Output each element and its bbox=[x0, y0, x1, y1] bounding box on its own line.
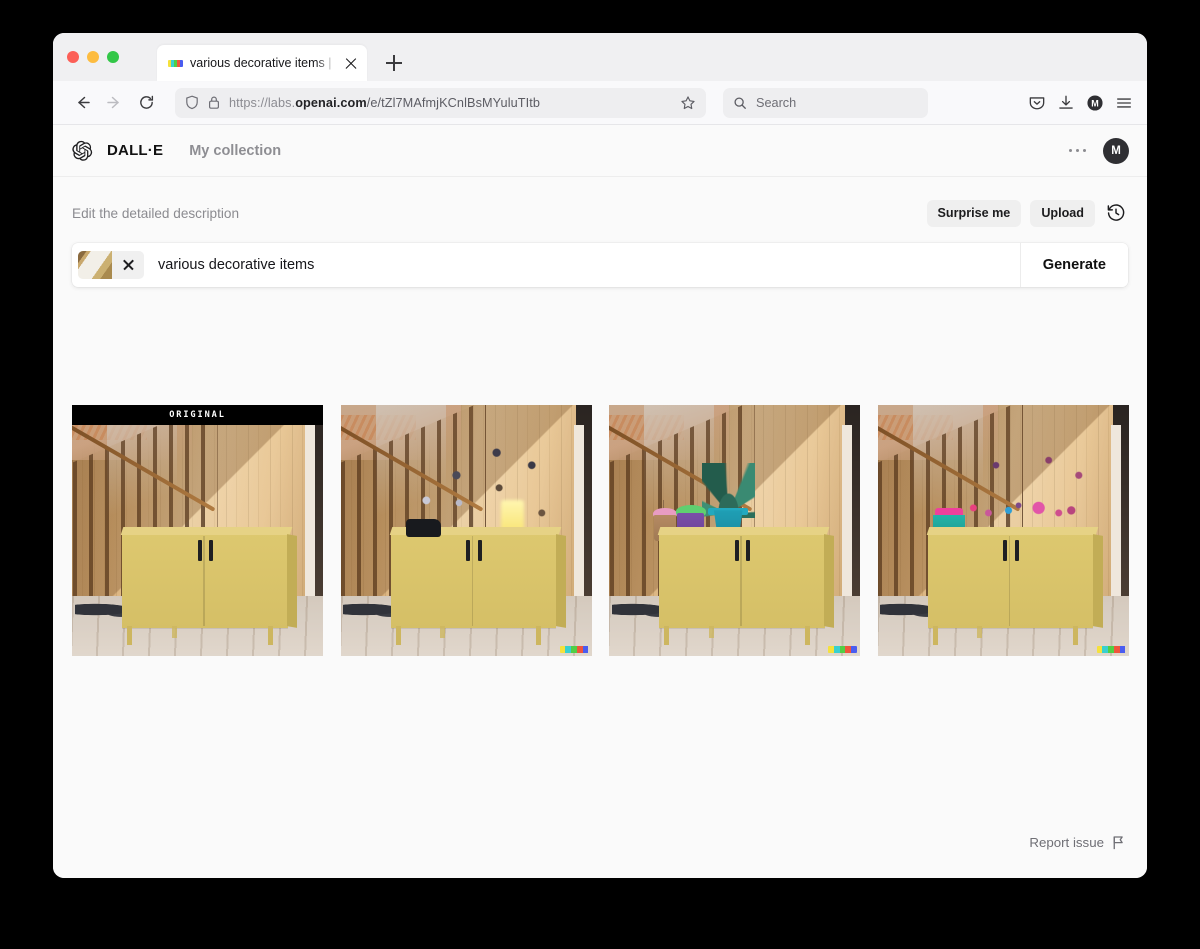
address-bar[interactable]: https://labs.openai.com/e/tZl7MAfmjKCnlB… bbox=[175, 87, 706, 118]
flag-icon bbox=[1113, 835, 1123, 849]
original-badge: ORIGINAL bbox=[72, 405, 323, 425]
results-grid: ORIGINAL bbox=[53, 247, 1147, 814]
dalle-watermark bbox=[828, 646, 857, 653]
reload-icon[interactable] bbox=[131, 88, 161, 118]
toolbar-actions: M bbox=[1028, 94, 1133, 112]
star-icon[interactable] bbox=[680, 95, 696, 111]
window-controls bbox=[67, 51, 119, 63]
minimize-window-button[interactable] bbox=[87, 51, 99, 63]
search-icon bbox=[734, 96, 746, 109]
menu-icon[interactable] bbox=[1115, 94, 1133, 112]
brand-title: DALL·E bbox=[107, 142, 164, 159]
download-icon[interactable] bbox=[1057, 94, 1075, 112]
openai-logo bbox=[72, 140, 93, 161]
avatar[interactable]: M bbox=[1103, 137, 1129, 164]
svg-text:M: M bbox=[1091, 98, 1099, 108]
app-header-actions: M bbox=[1067, 137, 1129, 164]
plus-icon[interactable] bbox=[379, 48, 409, 78]
result-image-variation-3 bbox=[877, 405, 1129, 656]
browser-tab[interactable]: various decorative items | DALL·E bbox=[157, 45, 367, 81]
result-card-variation-2[interactable] bbox=[609, 405, 860, 656]
prompt-actions: Surprise me Upload bbox=[926, 199, 1128, 227]
page-footer: Report issue bbox=[53, 814, 1147, 878]
browser-toolbar: https://labs.openai.com/e/tZl7MAfmjKCnlB… bbox=[53, 81, 1147, 125]
nav-my-collection[interactable]: My collection bbox=[189, 143, 281, 159]
prompt-label: Edit the detailed description bbox=[72, 205, 240, 221]
url-text: https://labs.openai.com/e/tZl7MAfmjKCnlB… bbox=[229, 95, 541, 110]
close-window-button[interactable] bbox=[67, 51, 79, 63]
shield-icon bbox=[186, 95, 198, 110]
search-input[interactable]: Search bbox=[723, 87, 928, 118]
lock-icon bbox=[209, 96, 220, 109]
result-card-variation-3[interactable] bbox=[877, 405, 1129, 656]
search-placeholder: Search bbox=[756, 95, 797, 110]
prompt-header: Edit the detailed description Surprise m… bbox=[72, 197, 1128, 229]
app-header: DALL·E My collection M bbox=[53, 125, 1147, 177]
pocket-icon[interactable] bbox=[1028, 94, 1046, 112]
upload-button[interactable]: Upload bbox=[1030, 199, 1095, 227]
back-arrow-icon[interactable] bbox=[67, 88, 97, 118]
browser-window: various decorative items | DALL·E https:… bbox=[53, 33, 1147, 878]
close-icon[interactable] bbox=[343, 55, 359, 71]
dalle-rainbow-icon bbox=[168, 59, 183, 67]
account-icon[interactable]: M bbox=[1086, 94, 1104, 112]
result-image-variation-2 bbox=[609, 405, 860, 656]
report-issue-label: Report issue bbox=[1029, 834, 1104, 850]
result-card-variation-1[interactable] bbox=[340, 405, 592, 656]
ellipsis-icon[interactable] bbox=[1067, 143, 1089, 159]
dalle-watermark bbox=[1096, 646, 1126, 653]
tab-title: various decorative items | DALL·E bbox=[190, 56, 336, 70]
surprise-me-button[interactable]: Surprise me bbox=[926, 199, 1022, 227]
result-image-original bbox=[72, 405, 323, 656]
maximize-window-button[interactable] bbox=[107, 51, 119, 63]
dalle-watermark bbox=[559, 646, 589, 653]
report-issue-button[interactable]: Report issue bbox=[1029, 835, 1125, 850]
result-image-variation-1 bbox=[340, 405, 592, 656]
close-icon[interactable] bbox=[112, 251, 144, 279]
tab-strip: various decorative items | DALL·E bbox=[53, 33, 1147, 81]
forward-arrow-icon[interactable] bbox=[99, 88, 129, 118]
page-content: DALL·E My collection M Edit the detailed… bbox=[53, 125, 1147, 878]
result-card-original[interactable]: ORIGINAL bbox=[72, 405, 323, 656]
history-icon[interactable] bbox=[1104, 201, 1128, 225]
